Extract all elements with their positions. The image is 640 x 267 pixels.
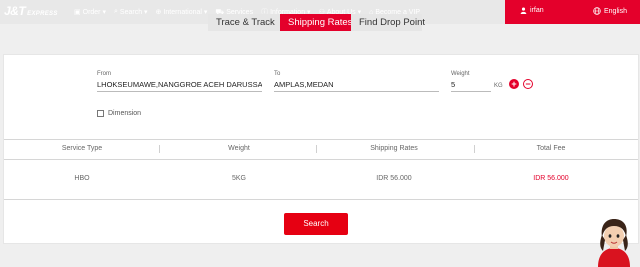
to-label: To: [274, 71, 281, 77]
column-separator: [316, 145, 317, 153]
from-label: From: [97, 71, 111, 77]
nav-international[interactable]: ⊕ International ▾: [156, 7, 208, 17]
cell-total-fee: IDR 56.000: [533, 175, 569, 182]
logo-text: J&T: [4, 4, 26, 18]
user-name: irfan: [530, 7, 544, 14]
tab-shipping-rates[interactable]: Shipping Rates: [280, 14, 352, 31]
nav-label: Order ▾: [82, 9, 106, 16]
service-tabs: Trace & Track Shipping Rates Find Drop P…: [208, 14, 425, 31]
jt-express-logo[interactable]: J&T EXPRESS: [4, 3, 58, 19]
from-field[interactable]: LHOKSEUMAWE,NANGGROE ACEH DARUSSALAM: [97, 79, 262, 92]
nav-order[interactable]: ▣ Order ▾: [74, 7, 106, 17]
logo-subtext: EXPRESS: [27, 11, 58, 17]
header-total-fee: Total Fee: [536, 145, 566, 152]
header-service-type: Service Type: [61, 145, 103, 152]
tab-trace-track[interactable]: Trace & Track: [208, 14, 280, 31]
cube-icon: ▣: [74, 9, 81, 16]
search-button[interactable]: Search: [284, 213, 348, 235]
user-area: irfan English: [505, 0, 640, 24]
user-menu[interactable]: irfan: [520, 7, 544, 14]
weight-unit: KG: [494, 83, 503, 89]
user-icon: [520, 7, 527, 14]
globe-icon: ⊕: [155, 9, 162, 16]
table-top-divider: [4, 139, 638, 140]
table-header-divider: [4, 159, 638, 160]
nav-label: International ▾: [163, 9, 208, 16]
column-separator: [159, 145, 160, 153]
dimension-label: Dimension: [108, 110, 142, 117]
globe-icon: [593, 7, 601, 15]
mascot-assistant-icon[interactable]: [592, 215, 636, 267]
shipping-rates-card: From LHOKSEUMAWE,NANGGROE ACEH DARUSSALA…: [3, 54, 639, 244]
dimension-checkbox[interactable]: [97, 110, 104, 117]
table-bottom-divider: [4, 199, 638, 200]
header-shipping-rates: Shipping Rates: [370, 145, 418, 152]
increase-weight-button[interactable]: +: [509, 79, 519, 89]
tab-find-drop-point[interactable]: Find Drop Point: [351, 14, 425, 31]
nav-search[interactable]: ⌕ Search ▾: [114, 7, 148, 17]
decrease-weight-button[interactable]: −: [523, 79, 533, 89]
nav-label: Search ▾: [119, 9, 148, 16]
cell-shipping-rate: IDR 56.000: [376, 175, 412, 182]
header-weight: Weight: [228, 145, 250, 152]
weight-label: Weight: [451, 71, 470, 77]
column-separator: [474, 145, 475, 153]
cell-service-type: HBO: [74, 175, 90, 182]
to-field[interactable]: AMPLAS,MEDAN: [274, 79, 439, 92]
language-selector[interactable]: English: [593, 7, 627, 15]
cell-weight: 5KG: [231, 175, 246, 182]
weight-input[interactable]: 5: [451, 79, 491, 92]
search-icon: ⌕: [113, 8, 118, 15]
language-label: English: [604, 7, 627, 15]
